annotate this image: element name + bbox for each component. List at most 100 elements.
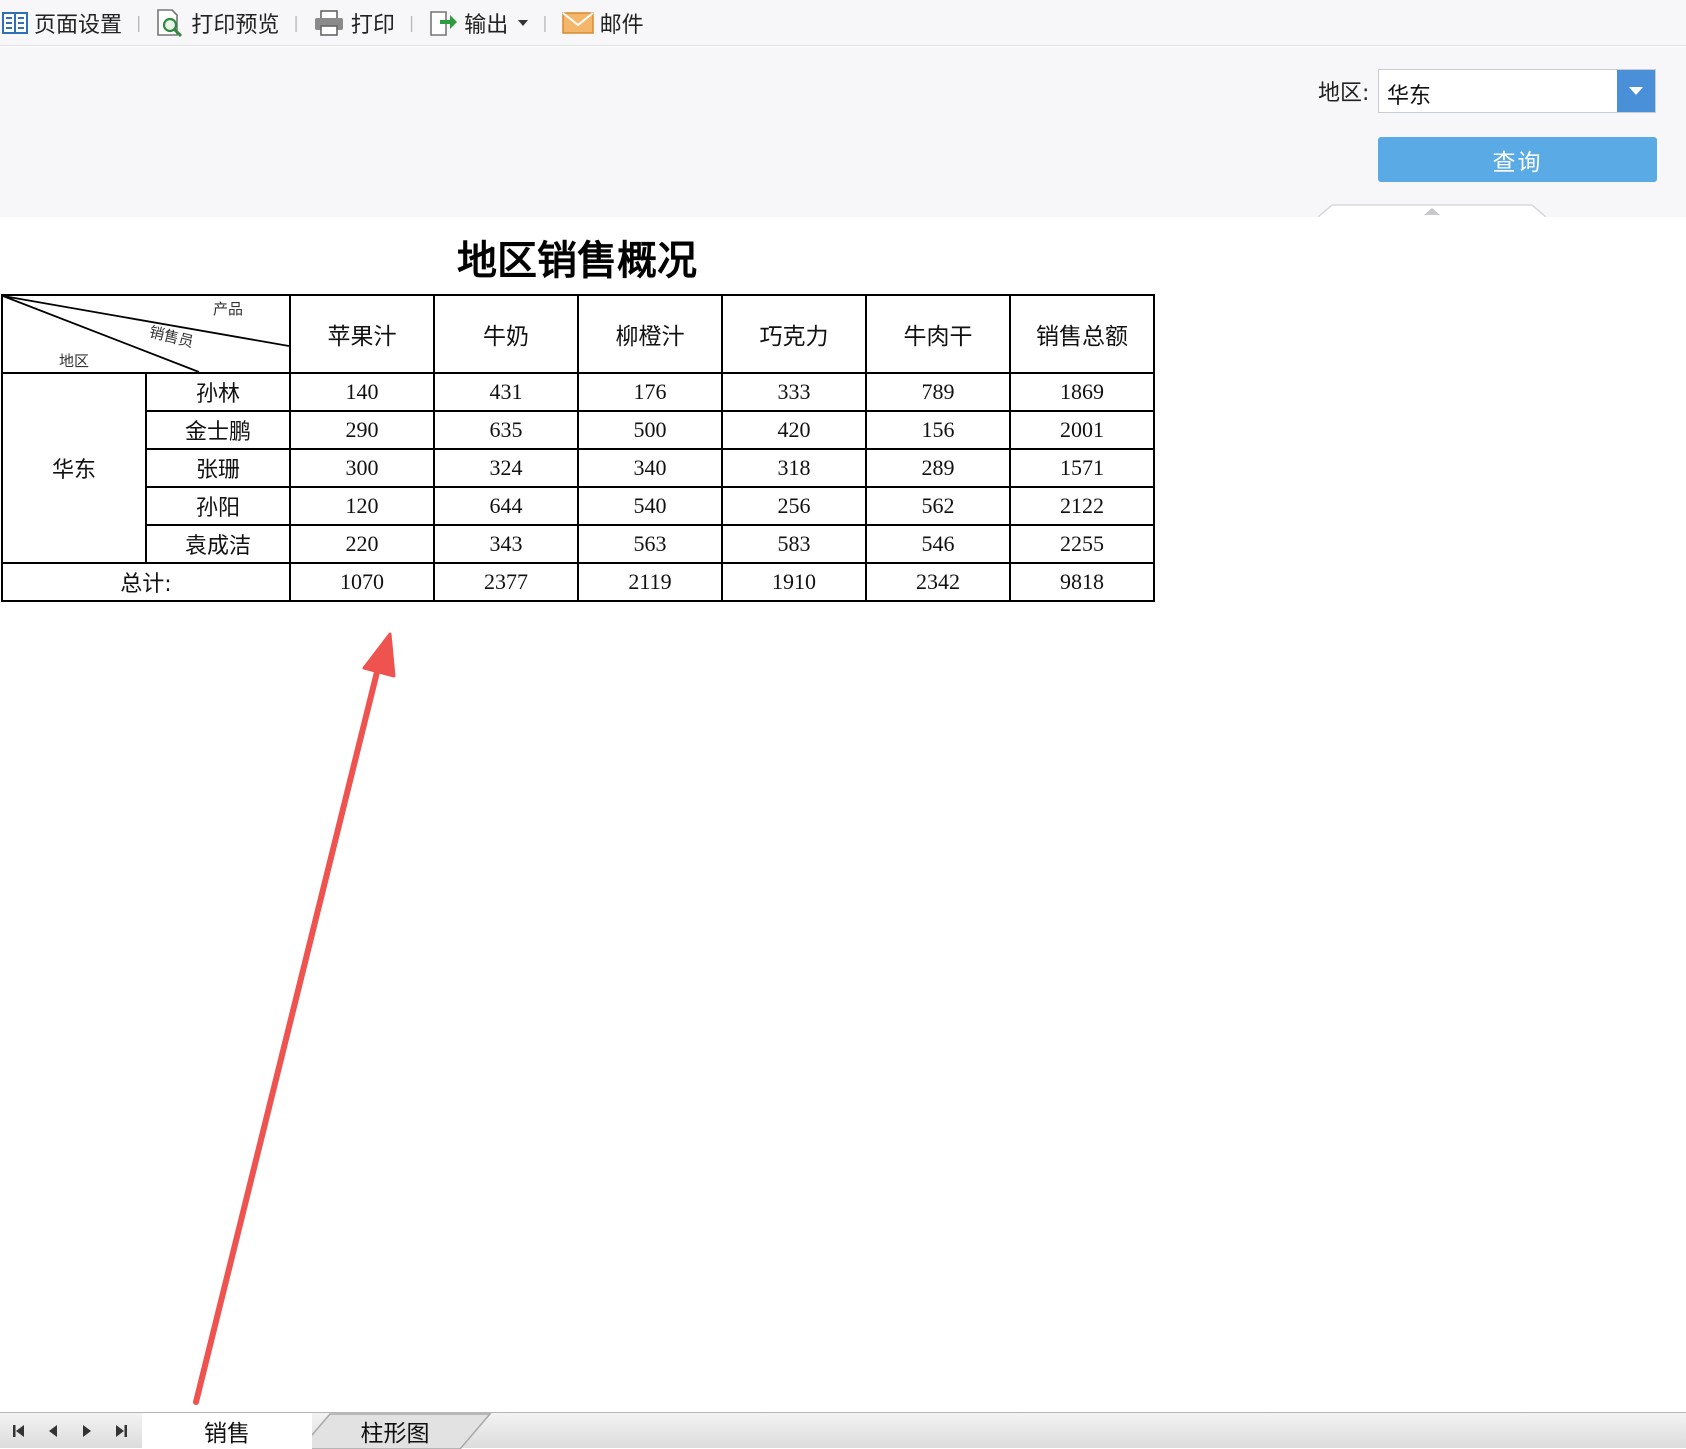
total-value-cell: 1869 bbox=[1009, 372, 1155, 412]
value-cell: 140 bbox=[289, 372, 435, 412]
toolbar-separator: | bbox=[542, 13, 548, 32]
value-cell: 635 bbox=[433, 410, 579, 450]
report-title: 地区销售概况 bbox=[457, 237, 697, 284]
column-total-cell: 2119 bbox=[577, 562, 723, 602]
print-label: 打印 bbox=[350, 12, 395, 38]
column-total-cell: 1070 bbox=[289, 562, 435, 602]
sheet-tab-bar-chart[interactable]: 柱形图 bbox=[300, 1413, 490, 1449]
salesperson-cell: 张珊 bbox=[145, 448, 291, 488]
total-value-cell: 2255 bbox=[1009, 524, 1155, 564]
chevron-down-icon bbox=[1629, 87, 1643, 95]
value-cell: 583 bbox=[721, 524, 867, 564]
value-cell: 563 bbox=[577, 524, 723, 564]
value-cell: 120 bbox=[289, 486, 435, 526]
table-row: 袁成洁 220 343 563 583 546 2255 bbox=[2, 524, 1155, 564]
value-cell: 156 bbox=[865, 410, 1011, 450]
column-total-cell: 1910 bbox=[721, 562, 867, 602]
value-cell: 290 bbox=[289, 410, 435, 450]
table-row: 孙阳 120 644 540 256 562 2122 bbox=[2, 486, 1155, 526]
page-setup-icon bbox=[2, 11, 28, 34]
mail-button[interactable]: 邮件 bbox=[561, 3, 644, 43]
value-cell: 546 bbox=[865, 524, 1011, 564]
dropdown-button[interactable] bbox=[1617, 70, 1655, 112]
print-preview-icon bbox=[157, 8, 183, 37]
value-cell: 431 bbox=[433, 372, 579, 412]
first-sheet-button[interactable] bbox=[4, 1416, 34, 1446]
column-header: 巧克力 bbox=[721, 294, 867, 374]
printer-icon bbox=[314, 9, 343, 36]
sheet-tab-sales[interactable]: 销售 bbox=[142, 1413, 312, 1449]
column-total-cell: 2377 bbox=[433, 562, 579, 602]
column-header: 柳橙汁 bbox=[577, 294, 723, 374]
next-sheet-button[interactable] bbox=[72, 1416, 102, 1446]
total-label: 总计: bbox=[1, 562, 291, 602]
toolbar-separator: | bbox=[293, 13, 299, 32]
column-header: 苹果汁 bbox=[289, 294, 435, 374]
print-button[interactable]: 打印 bbox=[313, 3, 395, 43]
column-header: 牛奶 bbox=[433, 294, 579, 374]
export-icon bbox=[430, 10, 458, 36]
totals-row: 总计: 1070 2377 2119 1910 2342 9818 bbox=[1, 562, 1155, 602]
value-cell: 343 bbox=[433, 524, 579, 564]
diagonal-header-cell: 产品 销售员 地区 bbox=[1, 294, 291, 374]
toolbar: 页面设置 | 打印预览 | 打印 | 输出 | 邮件 bbox=[0, 0, 1686, 46]
salesperson-cell: 袁成洁 bbox=[145, 524, 291, 564]
mail-icon bbox=[561, 11, 594, 34]
corner-region-label: 地区 bbox=[59, 352, 90, 370]
sales-report-table: 产品 销售员 地区 苹果汁 牛奶 柳橙汁 巧克力 牛肉干 销售总额 华东 孙林 … bbox=[1, 294, 1155, 602]
value-cell: 644 bbox=[433, 486, 579, 526]
value-cell: 220 bbox=[289, 524, 435, 564]
grand-total-cell: 9818 bbox=[1009, 562, 1155, 602]
value-cell: 562 bbox=[865, 486, 1011, 526]
salesperson-cell: 金士鹏 bbox=[145, 410, 291, 450]
mail-label: 邮件 bbox=[599, 12, 644, 38]
diagonal-lines bbox=[3, 296, 289, 372]
value-cell: 420 bbox=[721, 410, 867, 450]
collapse-panel-handle[interactable] bbox=[1318, 197, 1546, 217]
last-page-icon bbox=[116, 1424, 127, 1437]
value-cell: 318 bbox=[721, 448, 867, 488]
sheet-tab-label: 销售 bbox=[204, 1421, 250, 1447]
export-label: 输出 bbox=[464, 12, 509, 38]
query-button-label: 查询 bbox=[1492, 149, 1543, 176]
header-row: 产品 销售员 地区 苹果汁 牛奶 柳橙汁 巧克力 牛肉干 销售总额 bbox=[1, 294, 1155, 374]
column-total-cell: 2342 bbox=[865, 562, 1011, 602]
export-button[interactable]: 输出 bbox=[428, 3, 529, 43]
total-value-cell: 2001 bbox=[1009, 410, 1155, 450]
table-row: 金士鹏 290 635 500 420 156 2001 bbox=[2, 410, 1155, 450]
column-header: 牛肉干 bbox=[865, 294, 1011, 374]
region-select[interactable]: 华东 bbox=[1378, 69, 1656, 113]
value-cell: 340 bbox=[577, 448, 723, 488]
value-cell: 789 bbox=[865, 372, 1011, 412]
next-page-icon bbox=[83, 1424, 91, 1437]
sheet-tab-label: 柱形图 bbox=[360, 1421, 430, 1447]
region-cell: 华东 bbox=[1, 372, 147, 564]
value-cell: 176 bbox=[577, 372, 723, 412]
parameter-panel: 地区: 华东 查询 bbox=[0, 47, 1686, 217]
value-cell: 500 bbox=[577, 410, 723, 450]
value-cell: 256 bbox=[721, 486, 867, 526]
region-select-value: 华东 bbox=[1387, 84, 1432, 109]
region-param-label: 地区: bbox=[1318, 81, 1370, 106]
total-value-cell: 1571 bbox=[1009, 448, 1155, 488]
query-button[interactable]: 查询 bbox=[1378, 137, 1657, 182]
toolbar-separator: | bbox=[136, 13, 142, 32]
print-preview-button[interactable]: 打印预览 bbox=[155, 3, 279, 43]
salesperson-cell: 孙阳 bbox=[145, 486, 291, 526]
value-cell: 324 bbox=[433, 448, 579, 488]
value-cell: 333 bbox=[721, 372, 867, 412]
page-setup-button[interactable]: 页面设置 bbox=[2, 3, 122, 43]
previous-page-icon bbox=[49, 1424, 57, 1437]
value-cell: 300 bbox=[289, 448, 435, 488]
corner-product-label: 产品 bbox=[213, 300, 244, 318]
chevron-down-icon bbox=[518, 19, 529, 26]
column-header: 销售总额 bbox=[1009, 294, 1155, 374]
total-value-cell: 2122 bbox=[1009, 486, 1155, 526]
first-page-icon bbox=[13, 1424, 24, 1437]
previous-sheet-button[interactable] bbox=[38, 1416, 68, 1446]
salesperson-cell: 孙林 bbox=[145, 372, 291, 412]
sheet-navigation bbox=[0, 1413, 144, 1448]
last-sheet-button[interactable] bbox=[106, 1416, 136, 1446]
page-setup-label: 页面设置 bbox=[34, 12, 123, 38]
sheet-tab-bar: 销售 柱形图 bbox=[0, 1412, 1686, 1449]
